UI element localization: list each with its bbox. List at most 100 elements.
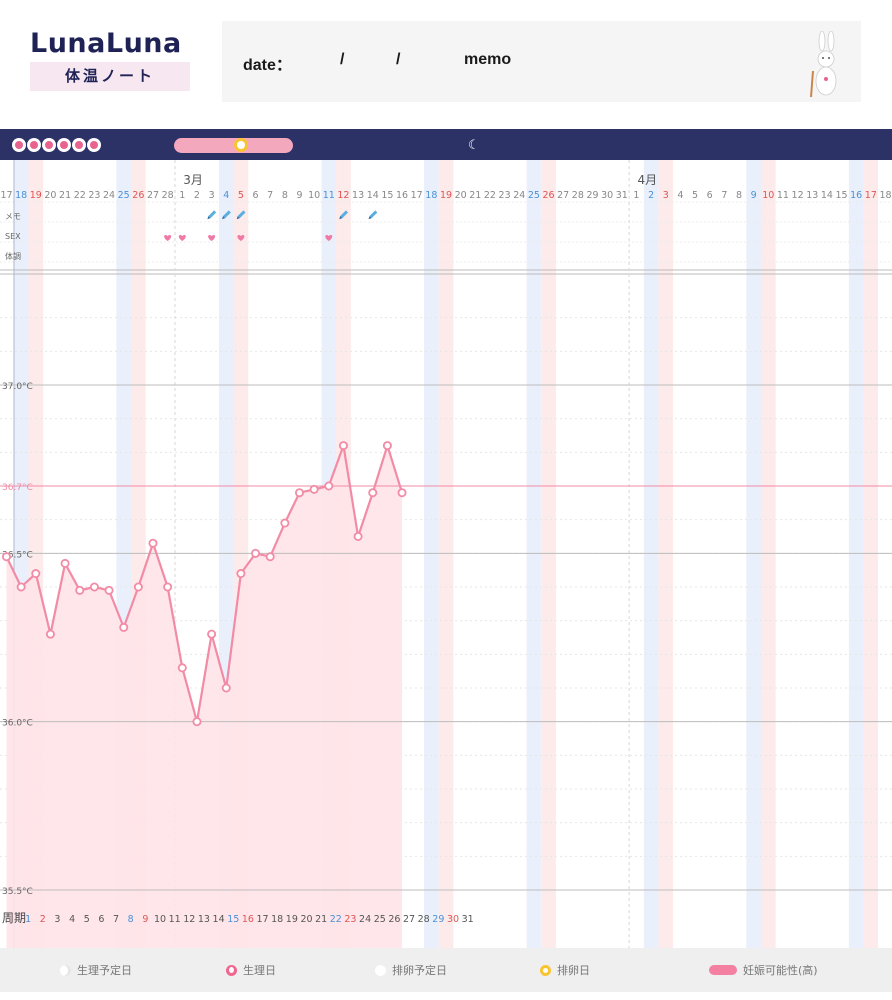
cycle-day-label: 31 [462,914,474,925]
period-moon-icon [12,138,26,152]
basal-temperature-chart: 37.0°C36.7°C36.5°C36.0°C35.5°C3月 4月17 18 19… [0,160,892,948]
memo-label: memo [464,51,512,68]
heart-icon [164,234,172,241]
date-label: 8 [736,190,742,201]
month-label: 4月 [637,173,657,187]
saturday-column [526,160,542,948]
date-label: 20 [455,190,467,201]
month-label: 3月 [183,173,203,187]
temperature-point [265,552,275,562]
sunday-column [863,160,879,948]
cycle-day-label: 15 [227,914,239,925]
date-label: 20 [44,190,56,201]
date-label: 23 [88,190,100,201]
date-label: 2 [194,190,200,201]
fertility-bar-icon [709,965,737,975]
date-label: 1 [179,190,185,201]
date-separator: / [340,51,345,68]
legend-period: 生理日 [226,948,276,992]
date-label: 31 [616,190,628,201]
date-label: 19 [30,190,42,201]
date-label: 3 [209,190,215,201]
saturday-column [643,160,659,948]
date-label: 9 [296,190,302,201]
temperature-point [89,582,99,592]
cycle-day-label: 28 [418,914,430,925]
cycle-day-label: 5 [84,914,90,925]
date-label: 9 [751,190,757,201]
temperature-point [192,717,202,727]
header: LunaLuna 体温ノート date： / / memo [0,0,892,129]
row-label: SEX [5,232,21,241]
legend-label: 生理予定日 [77,964,132,977]
cycle-day-label: 18 [271,914,283,925]
date-label: 6 [707,190,713,201]
date-label: 10 [308,190,320,201]
date-label: 21 [469,190,481,201]
pencil-icon [368,210,378,220]
cycle-day-label: 23 [344,914,356,925]
date-label: 11 [777,190,789,201]
temperature-point [2,552,11,562]
cycle-day-label: 12 [183,914,195,925]
date-label: 16 [850,190,862,201]
cycle-day-label: 7 [113,914,119,925]
temperature-point [251,548,261,558]
cycle-day-label: 11 [169,914,181,925]
legend-label: 排卵日 [557,964,590,977]
cycle-day-label: 4 [69,914,75,925]
date-label: 11 [323,190,335,201]
temperature-point [397,488,407,498]
cycle-label: 周期 [2,911,26,925]
date-label: 7 [721,190,727,201]
temperature-point [31,569,41,579]
cycle-day-label: 1 [25,914,31,925]
date-label: 4 [223,190,229,201]
cycle-day-label: 24 [359,914,371,925]
heart-icon [208,234,216,241]
cycle-status-bar [0,129,892,160]
date-label: 14 [367,190,379,201]
date-label: 8 [282,190,288,201]
temperature-point [119,622,129,632]
temperature-point [133,582,143,592]
saturday-column [424,160,439,948]
date-label: 17 [411,190,423,201]
sunday-column [760,160,776,948]
date-label: 15 [381,190,393,201]
sunday-column [541,160,556,948]
saturday-column [746,160,761,948]
date-label: 24 [103,190,115,201]
temperature-point [75,585,85,595]
y-tick-label: 37.0°C [2,382,33,392]
cycle-day-label: 21 [315,914,327,925]
date-label: 26 [132,190,144,201]
date-label: 12 [337,190,349,201]
date-label: 1 [633,190,639,201]
date-label: 25 [118,190,130,201]
period-moon-icon [42,138,56,152]
date-label: 22 [484,190,496,201]
planned-ovulation-icon [375,964,386,976]
legend: 生理予定日 生理日 排卵予定日 排卵日 妊娠可能性(高) [0,948,892,992]
cycle-day-label: 26 [388,914,400,925]
cycle-day-label: 13 [198,914,210,925]
date-label: 19 [440,190,452,201]
temperature-point [163,582,173,592]
date-label: 18 [15,190,27,201]
temperature-point [104,585,114,595]
cycle-day-label: 30 [447,914,459,925]
temperature-point [294,488,304,498]
y-tick-label: 35.5°C [2,887,33,897]
temperature-point [309,484,319,494]
date-label: 26 [543,190,555,201]
temperature-point [148,538,158,548]
cycle-day-label: 14 [213,914,225,925]
date-label: 30 [601,190,613,201]
rabbit-mascot-icon [810,31,837,98]
pencil-body [208,210,217,219]
period-moon-icon [27,138,41,152]
date-label: 18 [879,190,891,201]
temperature-point [338,441,348,451]
saturday-column [848,160,864,948]
